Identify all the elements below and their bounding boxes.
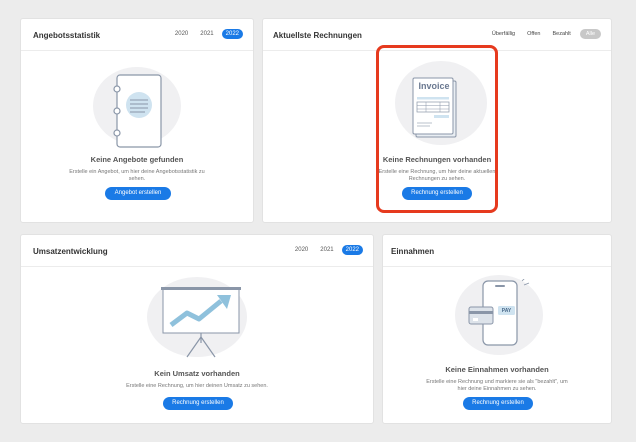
mobile-payment-icon	[468, 279, 530, 346]
angebote-year-2022[interactable]: 2022	[221, 29, 243, 39]
highlight-frame	[376, 45, 498, 213]
angebotsstatistik-card: Angebotsstatistik 2020 2021 2022 Keine A…	[20, 18, 254, 223]
umsatz-year-2022[interactable]: 2022	[341, 245, 363, 255]
umsatz-empty-title: Kein Umsatz vorhanden	[154, 369, 240, 378]
filter-alle[interactable]: Alle	[579, 29, 601, 39]
einnahmen-card: Einnahmen PAY Keine Einnahmen vorhanden …	[382, 234, 612, 424]
filter-offen[interactable]: Offen	[524, 29, 543, 39]
card-divider	[383, 266, 611, 267]
einnahmen-title: Einnahmen	[391, 247, 435, 256]
filter-bezahlt[interactable]: Bezahlt	[549, 29, 573, 39]
angebote-year-tabs: 2020 2021 2022	[171, 29, 243, 39]
umsatz-rechnung-erstellen-button[interactable]: Rechnung erstellen	[163, 397, 233, 410]
angebote-empty-desc-1: Erstelle ein Angebot, um hier deine Ange…	[69, 169, 205, 175]
angebote-empty-desc-2: sehen.	[128, 176, 146, 182]
umsatz-year-2020[interactable]: 2020	[291, 245, 312, 255]
umsatz-year-2021[interactable]: 2021	[316, 245, 337, 255]
angebote-empty-title: Keine Angebote gefunden	[90, 155, 184, 164]
umsatz-empty-desc: Erstelle eine Rechnung, um hier deinen U…	[126, 383, 268, 389]
card-divider	[21, 50, 253, 51]
angebote-year-2020[interactable]: 2020	[171, 29, 192, 39]
filter-ueberfaellig[interactable]: Überfällig	[489, 29, 518, 39]
binder-icon	[113, 74, 162, 148]
pay-label: PAY	[501, 308, 512, 314]
einnahmen-empty-title: Keine Einnahmen vorhanden	[445, 365, 549, 374]
umsatzentwicklung-card: Umsatzentwicklung 2020 2021 2022 Kein Um…	[20, 234, 374, 424]
umsatz-title: Umsatzentwicklung	[33, 247, 108, 256]
card-divider	[21, 266, 373, 267]
rechnungen-filters: Überfällig Offen Bezahlt Alle	[489, 29, 601, 39]
einnahmen-empty-desc-2: hier deine Einnahmen zu sehen.	[457, 386, 537, 392]
angebot-erstellen-button[interactable]: Angebot erstellen	[105, 187, 171, 200]
rechnungen-title: Aktuellste Rechnungen	[273, 31, 362, 40]
angebotsstatistik-title: Angebotsstatistik	[33, 31, 101, 40]
einnahmen-rechnung-erstellen-button[interactable]: Rechnung erstellen	[463, 397, 533, 410]
umsatz-year-tabs: 2020 2021 2022	[291, 245, 363, 255]
angebote-year-2021[interactable]: 2021	[196, 29, 217, 39]
einnahmen-empty-desc-1: Erstelle eine Rechnung und markiere sie …	[426, 379, 568, 385]
presentation-chart-icon	[161, 287, 241, 358]
